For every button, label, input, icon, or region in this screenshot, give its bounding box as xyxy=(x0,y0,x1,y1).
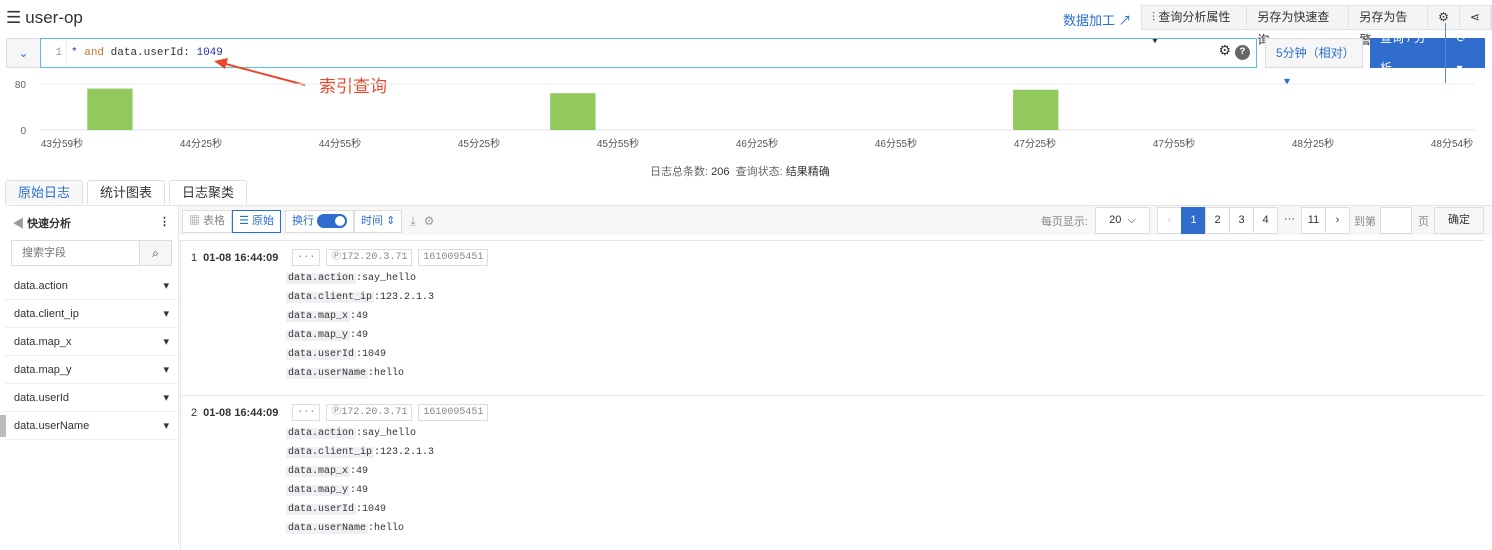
query-summary: 日志总条数: 206 查询状态: 结果精确 xyxy=(650,166,830,178)
save-quick-query-button[interactable]: 另存为快速查询 xyxy=(1247,6,1350,47)
page-2-button[interactable]: 3 xyxy=(1229,207,1254,234)
page-5-button[interactable]: 11 xyxy=(1301,207,1326,234)
timestamp-tag: 1610095451 xyxy=(418,404,489,421)
source-ip-tag: Ⓟ172.20.3.71 xyxy=(326,249,413,266)
collapse-toggle[interactable]: ⌄ xyxy=(6,38,41,68)
field-key[interactable]: data.client_ip xyxy=(286,447,375,458)
field-key[interactable]: data.userId xyxy=(286,349,357,360)
caret-down-icon[interactable]: ▾ xyxy=(163,412,169,439)
log-field: data.map_y:49 xyxy=(286,330,369,341)
log-record: 2 01-08 16:44:09 ··· Ⓟ172.20.3.71 1610095… xyxy=(180,395,1484,550)
logstore-title: ☰ user-op xyxy=(6,8,83,27)
y-tick-label: 80 xyxy=(15,80,27,91)
confirm-button[interactable]: 确定 xyxy=(1434,207,1484,234)
more-icon[interactable]: ⋮ xyxy=(159,215,170,231)
collapse-icon[interactable]: ◀ xyxy=(13,218,24,230)
histogram-bar[interactable] xyxy=(550,93,596,130)
field-key[interactable]: data.client_ip xyxy=(286,292,375,303)
caret-down-icon[interactable]: ▾ xyxy=(163,328,169,355)
caret-down-icon[interactable]: ▾ xyxy=(163,384,169,411)
wrap-toggle[interactable]: 换行 xyxy=(284,210,355,233)
search-icon[interactable]: ⌕ xyxy=(139,241,171,265)
field-item[interactable]: data.action ▾ xyxy=(5,272,178,300)
timestamp-tag: 1610095451 xyxy=(418,249,489,266)
x-tick-label: 45分55秒 xyxy=(597,137,639,150)
goto-page-input[interactable] xyxy=(1380,207,1412,234)
x-tick-label: 44分25秒 xyxy=(180,137,222,150)
log-field: data.map_y:49 xyxy=(286,485,369,496)
x-tick-label: 43分59秒 xyxy=(41,137,83,150)
time-range-select[interactable]: 5分钟（相对） ▾ xyxy=(1265,38,1363,88)
x-tick-label: 44分55秒 xyxy=(319,137,361,150)
more-button[interactable]: ··· xyxy=(292,404,321,421)
log-field: data.userName:hello xyxy=(286,523,405,534)
field-item[interactable]: data.map_x ▾ xyxy=(5,328,178,356)
log-field: data.userId:1049 xyxy=(286,349,387,360)
histogram-bar[interactable] xyxy=(87,88,133,130)
field-key[interactable]: data.userName xyxy=(286,523,369,534)
prev-page-button[interactable]: ‹ xyxy=(1157,207,1182,234)
x-tick-label: 48分54秒 xyxy=(1431,137,1473,150)
per-page-select[interactable]: 20 ⌵ xyxy=(1095,207,1150,234)
page-3-button[interactable]: 4 xyxy=(1253,207,1278,234)
quick-analysis-sidebar: ◀ 快速分析⋮ ⌕ data.action▾data.client_ip▾dat… xyxy=(5,205,179,544)
log-record: 1 01-08 16:44:09 ··· Ⓟ172.20.3.71 1610095… xyxy=(180,240,1484,395)
caret-down-icon[interactable]: ▾ xyxy=(163,272,169,299)
log-field: data.client_ip:123.2.1.3 xyxy=(286,447,435,458)
field-item[interactable]: data.client_ip ▾ xyxy=(5,300,178,328)
view-raw-button[interactable]: ☰ 原始 xyxy=(232,210,281,233)
log-field: data.map_x:49 xyxy=(286,466,369,477)
next-page-button[interactable]: › xyxy=(1325,207,1350,234)
field-item[interactable]: data.userId ▾ xyxy=(5,384,178,412)
histogram-bar[interactable] xyxy=(1013,89,1059,130)
tab-charts[interactable]: 统计图表 xyxy=(87,180,166,204)
field-key[interactable]: data.userId xyxy=(286,504,357,515)
query-settings-icon[interactable]: ⚙ xyxy=(1218,45,1231,60)
page-0-button[interactable]: 1 xyxy=(1181,207,1206,234)
field-item[interactable]: data.map_y ▾ xyxy=(5,356,178,384)
data-process-link[interactable]: 数据加工 ↗ xyxy=(1063,10,1132,29)
download-icon[interactable]: ⤓ xyxy=(410,210,415,233)
field-key[interactable]: data.map_x xyxy=(286,311,351,322)
view-table-button[interactable]: ▦ 表格 xyxy=(182,210,233,233)
x-tick-label: 47分25秒 xyxy=(1014,137,1056,150)
log-field: data.map_x:49 xyxy=(286,311,369,322)
sidebar-handle[interactable] xyxy=(0,415,6,437)
field-key[interactable]: data.userName xyxy=(286,368,369,379)
logstore-icon: ☰ xyxy=(6,8,22,27)
log-field: data.userName:hello xyxy=(286,368,405,379)
field-item[interactable]: data.userName ▾ xyxy=(5,412,178,440)
field-key[interactable]: data.map_x xyxy=(286,466,351,477)
more-button[interactable]: ··· xyxy=(292,249,321,266)
source-ip-tag: Ⓟ172.20.3.71 xyxy=(326,404,413,421)
caret-down-icon[interactable]: ▾ xyxy=(163,300,169,327)
tab-raw-logs[interactable]: 原始日志 xyxy=(5,180,84,204)
x-tick-label: 46分25秒 xyxy=(736,137,778,150)
field-key[interactable]: data.map_y xyxy=(286,485,351,496)
display-settings-icon[interactable]: ⚙ xyxy=(424,210,435,233)
caret-down-icon[interactable]: ▾ xyxy=(163,356,169,383)
help-icon[interactable]: ? xyxy=(1235,45,1250,60)
log-field: data.userId:1049 xyxy=(286,504,387,515)
x-tick-label: 45分25秒 xyxy=(458,137,500,150)
field-key[interactable]: data.action xyxy=(286,273,357,284)
histogram-chart: 80 0 43分59秒 44分25秒 44分55秒 45分25秒 45分55秒 46分25秒 4… xyxy=(15,80,1475,150)
field-key[interactable]: data.action xyxy=(286,428,357,439)
x-tick-label: 48分25秒 xyxy=(1292,137,1334,150)
log-field: data.client_ip:123.2.1.3 xyxy=(286,292,435,303)
field-key[interactable]: data.map_y xyxy=(286,330,351,341)
tab-log-clustering[interactable]: 日志聚类 xyxy=(169,180,248,204)
x-tick-label: 46分55秒 xyxy=(875,137,917,150)
log-field: data.action:say_hello xyxy=(286,273,417,284)
query-properties-button[interactable]: ⫶ 查询分析属性 ▾ xyxy=(1142,6,1248,47)
time-sort-button[interactable]: 时间 ⇕ xyxy=(354,210,403,233)
page-4-button[interactable]: ··· xyxy=(1277,207,1302,234)
field-search-input[interactable] xyxy=(12,241,139,265)
x-tick-label: 47分55秒 xyxy=(1153,137,1195,150)
page-1-button[interactable]: 2 xyxy=(1205,207,1230,234)
log-field: data.action:say_hello xyxy=(286,428,417,439)
y-tick-label: 0 xyxy=(20,126,26,137)
